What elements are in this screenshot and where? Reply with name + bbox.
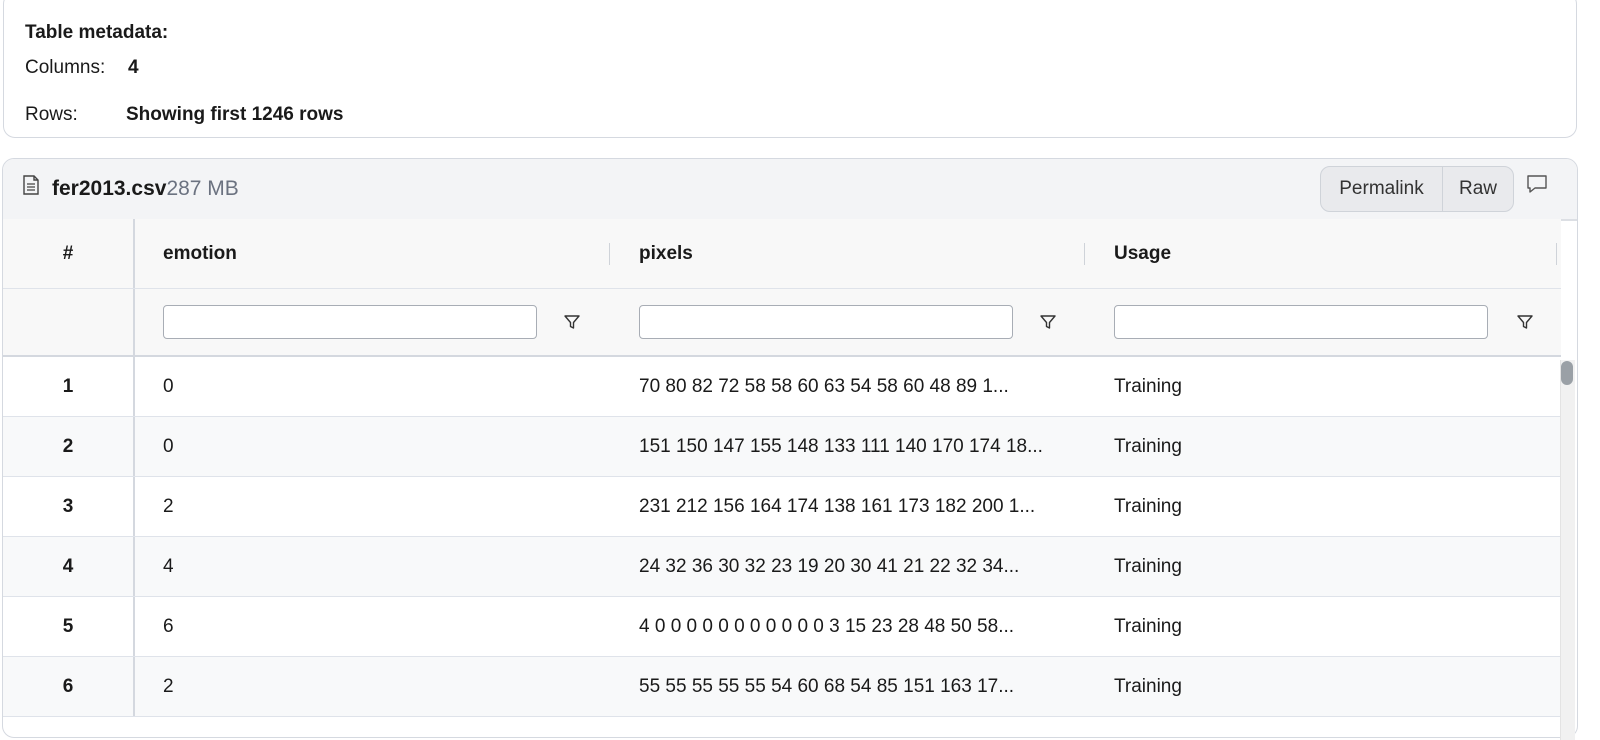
table-row: 5 6 4 0 0 0 0 0 0 0 0 0 0 0 3 15 23 28 4…	[3, 597, 1561, 657]
file-title: fer2013.csv287 MB	[52, 177, 239, 201]
table-row: 4 4 24 32 36 30 32 23 19 20 30 41 21 22 …	[3, 537, 1561, 597]
columns-value: 4	[128, 57, 139, 78]
filter-index-cell	[3, 289, 135, 355]
metadata-rows-row: Rows: Showing first 1246 rows	[25, 104, 344, 126]
usage-cell: Training	[1114, 555, 1182, 577]
usage-cell: Training	[1114, 375, 1182, 397]
raw-button[interactable]: Raw	[1443, 167, 1513, 211]
column-resizer[interactable]	[1556, 243, 1557, 265]
row-index: 6	[3, 657, 135, 716]
pixels-cell: 151 150 147 155 148 133 111 140 170 174 …	[639, 435, 1043, 457]
column-resizer[interactable]	[1084, 243, 1085, 265]
pixels-cell: 70 80 82 72 58 58 60 63 54 58 60 48 89 1…	[639, 375, 1009, 397]
usage-cell: Training	[1114, 615, 1182, 637]
filter-icon[interactable]	[1516, 313, 1534, 331]
metadata-columns-row: Columns: 4	[25, 57, 139, 79]
usage-cell: Training	[1114, 495, 1182, 517]
emotion-cell: 0	[163, 375, 174, 397]
emotion-cell: 4	[163, 555, 174, 577]
filter-icon[interactable]	[1039, 313, 1057, 331]
usage-cell: Training	[1114, 675, 1182, 697]
rows-label: Rows:	[25, 104, 78, 125]
emotion-cell: 0	[163, 435, 174, 457]
rows-value: Showing first 1246 rows	[126, 104, 344, 125]
usage-filter-input[interactable]	[1114, 305, 1488, 339]
pixels-cell: 4 0 0 0 0 0 0 0 0 0 0 0 3 15 23 28 48 50…	[639, 615, 1015, 637]
file-text-icon	[23, 175, 39, 195]
column-header-index: #	[3, 219, 135, 288]
column-header-emotion[interactable]: emotion	[163, 219, 237, 288]
table-scrollbar[interactable]	[1560, 360, 1575, 740]
pixels-cell: 231 212 156 164 174 138 161 173 182 200 …	[639, 495, 1036, 517]
table-header-row: # emotion pixels Usage	[3, 219, 1561, 289]
usage-cell: Training	[1114, 435, 1182, 457]
table-row: 3 2 231 212 156 164 174 138 161 173 182 …	[3, 477, 1561, 537]
permalink-button[interactable]: Permalink	[1321, 167, 1443, 211]
row-index: 5	[3, 597, 135, 656]
table-filter-row	[3, 289, 1561, 357]
filter-icon[interactable]	[563, 313, 581, 331]
table-row: 6 2 55 55 55 55 55 54 60 68 54 85 151 16…	[3, 657, 1561, 717]
table-row: 2 0 151 150 147 155 148 133 111 140 170 …	[3, 417, 1561, 477]
comment-icon[interactable]	[1526, 173, 1548, 195]
pixels-filter-input[interactable]	[639, 305, 1013, 339]
file-name: fer2013.csv	[52, 177, 167, 200]
file-actions: Permalink Raw	[1320, 166, 1514, 212]
emotion-cell: 2	[163, 495, 174, 517]
file-viewer: fer2013.csv287 MB Permalink Raw # emotio…	[2, 158, 1578, 738]
columns-label: Columns:	[25, 57, 106, 78]
row-index: 1	[3, 357, 135, 416]
row-index: 2	[3, 417, 135, 476]
column-header-pixels[interactable]: pixels	[639, 219, 693, 288]
row-index: 4	[3, 537, 135, 596]
table-row: 1 0 70 80 82 72 58 58 60 63 54 58 60 48 …	[3, 357, 1561, 417]
metadata-title: Table metadata:	[25, 22, 169, 43]
file-header: fer2013.csv287 MB Permalink Raw	[3, 159, 1577, 221]
scrollbar-thumb[interactable]	[1561, 361, 1573, 385]
table-metadata-card: Table metadata: Columns: 4 Rows: Showing…	[3, 0, 1577, 138]
column-resizer[interactable]	[609, 243, 610, 265]
pixels-cell: 24 32 36 30 32 23 19 20 30 41 21 22 32 3…	[639, 555, 1020, 577]
emotion-cell: 2	[163, 675, 174, 697]
file-size: 287 MB	[166, 177, 239, 200]
pixels-cell: 55 55 55 55 55 54 60 68 54 85 151 163 17…	[639, 675, 1015, 697]
emotion-cell: 6	[163, 615, 174, 637]
emotion-filter-input[interactable]	[163, 305, 537, 339]
row-index: 3	[3, 477, 135, 536]
column-header-usage[interactable]: Usage	[1114, 219, 1171, 288]
